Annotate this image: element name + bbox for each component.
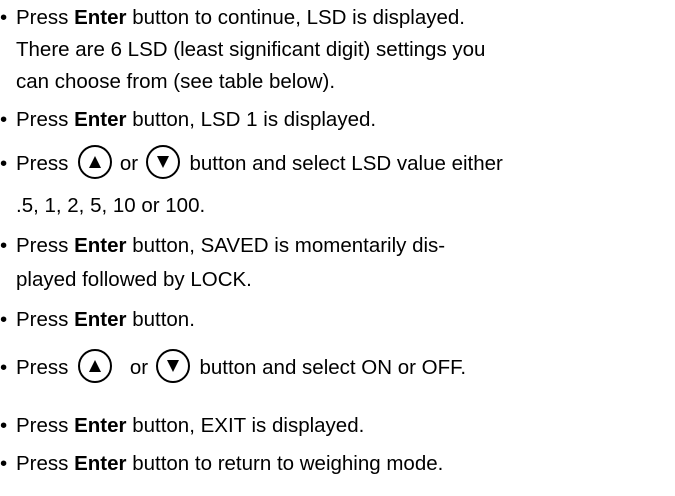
up-arrow-button-icon [78,349,113,383]
step-1-line-2: There are 6 LSD (least significant digit… [16,38,486,61]
step-7-line-1: • Press Enter button, EXIT is displayed. [0,414,364,438]
enter-keyword: Enter [74,414,127,437]
bullet: • [0,308,8,331]
bullet: • [0,355,8,379]
up-arrow-button-icon [78,145,113,179]
up-arrow-icon [89,156,102,168]
step-1-line-1: • Press Enter button to continue, LSD is … [0,6,465,30]
step-8-line-1: • Press Enter button to return to weighin… [0,452,443,476]
step-text: button and select LSD value either [189,151,503,175]
step-1-line-3: can choose from (see table below). [16,70,336,93]
bullet: • [0,234,8,257]
step-6-line-1: • Press or button and select ON or OFF. [0,349,467,383]
step-text: Press [16,234,75,257]
enter-keyword: Enter [74,308,127,331]
bullet: • [0,151,8,175]
step-text: Press [16,452,75,475]
step-text: Press [16,108,75,131]
step-text: button, SAVED is momentarily dis- [126,234,446,257]
bullet: • [0,452,8,475]
step-text: button to continue, LSD is displayed. [126,6,465,29]
down-arrow-icon [166,360,179,372]
step-text: Press [16,6,75,29]
or-text: or [119,151,139,175]
step-4-line-1: • Press Enter button, SAVED is momentaril… [0,234,445,258]
instruction-page: • Press Enter button to continue, LSD is … [0,0,675,496]
step-text: Press [16,355,69,379]
step-text: button and select ON or OFF. [199,355,467,379]
step-text: button, LSD 1 is displayed. [126,108,377,131]
bullet: • [0,6,8,29]
step-text: button, EXIT is displayed. [126,414,365,437]
step-text: Press [16,151,69,175]
step-text: button. [126,308,195,331]
enter-keyword: Enter [74,6,127,29]
enter-keyword: Enter [74,452,127,475]
down-arrow-button-icon [155,349,190,383]
bullet: • [0,108,8,131]
step-4-line-2: played followed by LOCK. [16,268,252,291]
step-text: button to return to weighing mode. [126,452,444,475]
up-arrow-icon [89,360,102,372]
down-arrow-icon [156,156,169,168]
step-text: Press [16,308,75,331]
or-text: or [129,355,149,379]
step-2-line-1: • Press Enter button, LSD 1 is displayed. [0,108,376,132]
enter-keyword: Enter [74,234,127,257]
bullet: • [0,414,8,437]
step-3-line-2: .5, 1, 2, 5, 10 or 100. [16,194,206,217]
step-3-line-1: • Press or button and select LSD value ei… [0,145,503,179]
down-arrow-button-icon [145,145,180,179]
step-5-line-1: • Press Enter button. [0,308,195,332]
enter-keyword: Enter [74,108,127,131]
step-text: Press [16,414,75,437]
